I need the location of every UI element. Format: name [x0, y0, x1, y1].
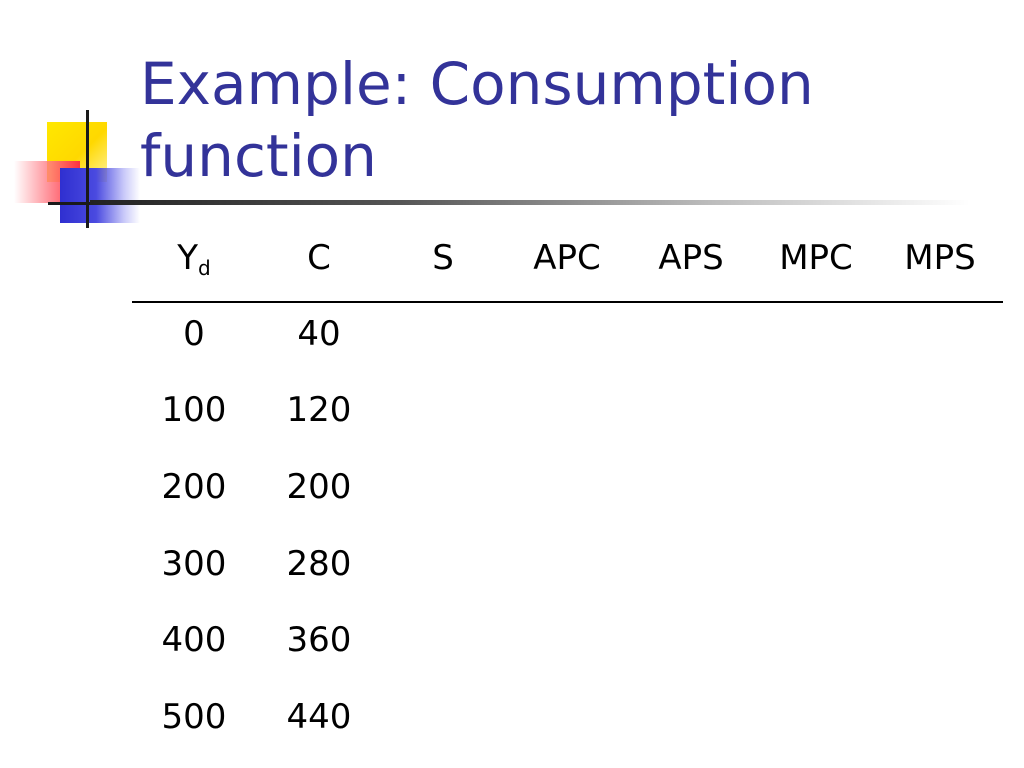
- logo-blue-square: [60, 168, 140, 223]
- header-aps: APS: [658, 238, 724, 278]
- cell-c: 280: [286, 544, 352, 584]
- cell-yd: 500: [161, 697, 227, 737]
- cell-yd: 100: [161, 390, 227, 430]
- header-c: C: [307, 238, 331, 278]
- header-apc: APC: [533, 238, 601, 278]
- header-yd-main: Y: [177, 238, 199, 278]
- title-underline: [90, 200, 970, 205]
- header-s: S: [432, 238, 454, 278]
- cell-yd: 0: [183, 314, 205, 354]
- cell-c: 120: [286, 390, 352, 430]
- cell-c: 360: [286, 620, 352, 660]
- cell-c: 200: [286, 467, 352, 507]
- cell-yd: 300: [161, 544, 227, 584]
- corner-logo: [0, 110, 140, 230]
- header-yd-subscript: d: [198, 256, 211, 280]
- slide-title: Example: Consumption function: [140, 48, 1000, 192]
- cell-c: 40: [297, 314, 341, 354]
- header-yd: Yd: [134, 238, 254, 278]
- header-mpc: MPC: [779, 238, 853, 278]
- slide-title-line-2: function: [140, 122, 377, 190]
- cell-yd: 400: [161, 620, 227, 660]
- header-rule: [132, 301, 1003, 303]
- cell-yd: 200: [161, 467, 227, 507]
- cell-c: 440: [286, 697, 352, 737]
- logo-vertical-line: [86, 110, 89, 228]
- header-mps: MPS: [904, 238, 976, 278]
- slide-title-line-1: Example: Consumption: [140, 50, 814, 118]
